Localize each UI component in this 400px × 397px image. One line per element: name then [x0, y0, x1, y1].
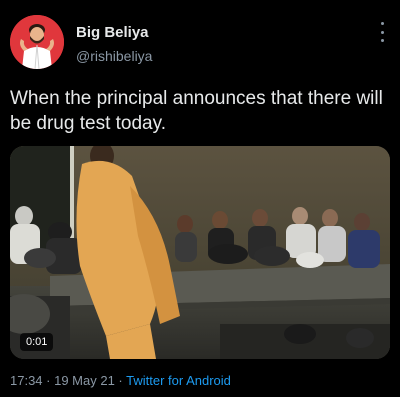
- avatar[interactable]: [10, 15, 64, 69]
- video-duration-badge: 0:01: [20, 333, 54, 351]
- avatar-illustration: [10, 15, 64, 69]
- tweet-card: Big Beliya @rishibeliya When the princip…: [0, 0, 400, 397]
- video-thumbnail: [10, 146, 390, 359]
- meta-separator: ·: [114, 373, 127, 388]
- tweet-text: When the principal announces that there …: [10, 88, 383, 134]
- author-name[interactable]: Big Beliya: [76, 24, 149, 41]
- author-handle[interactable]: @rishibeliya: [76, 48, 152, 64]
- tweet-source-link[interactable]: Twitter for Android: [126, 373, 231, 388]
- video-player[interactable]: 0:01: [10, 146, 390, 359]
- tweet-metadata: 17:34 · 19 May 21 · Twitter for Android: [10, 373, 231, 388]
- tweet-time[interactable]: 17:34: [10, 373, 43, 388]
- more-vertical-icon[interactable]: [378, 22, 386, 42]
- meta-separator: ·: [42, 373, 55, 388]
- tweet-date[interactable]: 19 May 21: [54, 373, 115, 388]
